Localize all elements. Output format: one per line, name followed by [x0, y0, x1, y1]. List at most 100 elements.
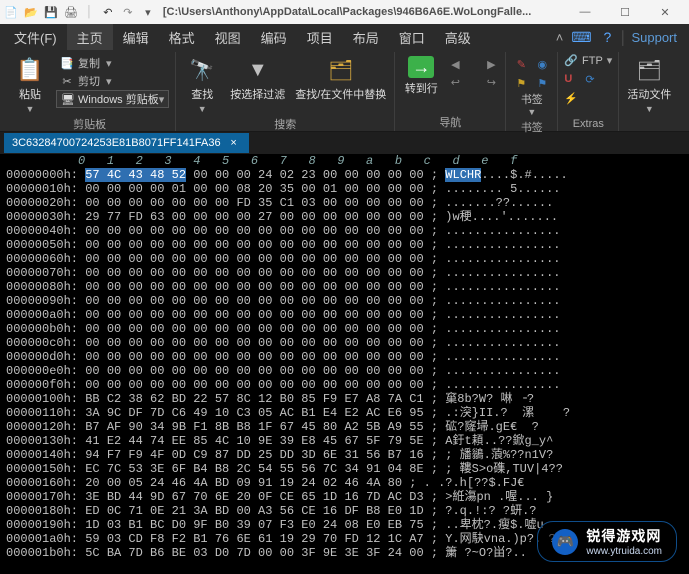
new-file-icon[interactable]: 📄 — [4, 5, 18, 19]
open-file-icon[interactable]: 📂 — [24, 5, 38, 19]
menu-support[interactable]: Support — [631, 30, 677, 45]
chevron-down-icon[interactable]: ▼ — [527, 107, 536, 117]
hex-row[interactable]: 00000020h: 00 00 00 00 00 00 00 FD 35 C1… — [0, 196, 689, 210]
paste-button[interactable]: 📋 粘贴 ▼ — [10, 54, 50, 114]
find-replace-in-files-button[interactable]: 🗂 查找/在文件中替换 — [293, 54, 388, 102]
menu-home[interactable]: 主页 — [67, 24, 113, 50]
group-title-search: 搜索 — [182, 114, 388, 133]
scissors-icon: ✂ — [60, 74, 74, 88]
hex-row[interactable]: 00000030h: 29 77 FD 63 00 00 00 00 27 00… — [0, 210, 689, 224]
hex-row[interactable]: 000000d0h: 00 00 00 00 00 00 00 00 00 00… — [0, 350, 689, 364]
hex-row[interactable]: 00000160h: 20 00 05 24 46 4A BD 09 91 19… — [0, 476, 689, 490]
hex-row[interactable]: 00000150h: EC 7C 53 3E 6F B4 B8 2C 54 55… — [0, 462, 689, 476]
active-files-button[interactable]: 🗂 活动文件 ▼ — [625, 54, 673, 114]
hex-row[interactable]: 00000130h: 41 E2 44 74 EE 85 4C 10 9E 39… — [0, 434, 689, 448]
menu-project[interactable]: 项目 — [297, 24, 343, 50]
refresh-icon[interactable]: ⟳ — [585, 73, 603, 89]
group-title-bookmarks: 书签 — [512, 117, 551, 136]
undo-icon[interactable]: ↶ — [101, 5, 115, 19]
bookmark-blue-icon[interactable]: ⚑ — [533, 75, 551, 91]
chevron-down-icon: ▾ — [607, 54, 613, 67]
hex-row[interactable]: 00000090h: 00 00 00 00 00 00 00 00 00 00… — [0, 294, 689, 308]
menu-format[interactable]: 格式 — [159, 24, 205, 50]
nav-fwd-icon[interactable]: ↪ — [483, 74, 499, 90]
bookmark-red-icon[interactable]: ✎ — [512, 56, 530, 72]
chevron-down-icon: ▾ — [159, 93, 165, 106]
ribbon-group-files: 🗂 活动文件 ▼ — [619, 52, 679, 131]
hex-row[interactable]: 00000120h: B7 AF 90 34 9B F1 8B B8 1F 67… — [0, 420, 689, 434]
hex-row[interactable]: 00000070h: 00 00 00 00 00 00 00 00 00 00… — [0, 266, 689, 280]
redo-icon[interactable]: ↷ — [121, 5, 135, 19]
window-minimize[interactable]: — — [565, 0, 605, 24]
ue-icon[interactable]: U — [564, 73, 582, 89]
hex-row[interactable]: 000000b0h: 00 00 00 00 00 00 00 00 00 00… — [0, 322, 689, 336]
clipboard-icon: 📋 — [16, 56, 44, 84]
hex-row[interactable]: 00000000h: 57 4C 43 48 52 00 00 00 24 02… — [0, 168, 689, 182]
nav-next-icon[interactable]: ▶ — [483, 56, 499, 72]
ribbon-group-clipboard: 📋 粘贴 ▼ 📑 复制▾ ✂ 剪切▾ 🖥 Windows 剪贴板 ▾ 剪贴 — [4, 52, 176, 131]
gamepad-icon: 🎮 — [552, 529, 578, 555]
hex-row[interactable]: 000000e0h: 00 00 00 00 00 00 00 00 00 00… — [0, 364, 689, 378]
hex-row[interactable]: 00000110h: 3A 9C DF 7D C6 49 10 C3 05 AC… — [0, 406, 689, 420]
dropdown-arrow-icon[interactable]: ▾ — [141, 5, 155, 19]
nav-prev-icon[interactable]: ◀ — [447, 56, 463, 72]
hex-col-header: 0 1 2 3 4 5 6 7 8 9 a b c d e f — [0, 154, 689, 168]
bookmark-gold-icon[interactable]: ⚑ — [512, 75, 530, 91]
menu-file[interactable]: 文件(F) — [4, 24, 67, 50]
find-button[interactable]: 🔭 查找 ▼ — [182, 54, 222, 114]
hex-editor[interactable]: 0 1 2 3 4 5 6 7 8 9 a b c d e f 00000000… — [0, 154, 689, 574]
hex-row[interactable]: 00000140h: 94 F7 F9 4F 0D C9 87 DD 25 DD… — [0, 448, 689, 462]
filter-by-selection-button[interactable]: ▼ 按选择过滤 — [228, 54, 287, 102]
goto-line-button[interactable]: → 转到行 — [401, 54, 441, 96]
save-icon[interactable]: 💾 — [44, 5, 58, 19]
menu-edit[interactable]: 编辑 — [113, 24, 159, 50]
divider: │ — [86, 6, 93, 18]
title-bar: 📄 📂 💾 🖨 │ ↶ ↷ ▾ [C:\Users\Anthony\AppDat… — [0, 0, 689, 24]
copy-icon: 📑 — [60, 56, 74, 70]
bookmark-blue-circle-icon[interactable]: ◉ — [533, 56, 551, 72]
hex-row[interactable]: 00000170h: 3E BD 44 9D 67 70 6E 20 0F CE… — [0, 490, 689, 504]
window-close[interactable]: ✕ — [645, 0, 685, 24]
ftp-button[interactable]: FTP — [582, 55, 603, 67]
group-title-clipboard: 剪贴板 — [10, 114, 169, 133]
hex-row[interactable]: 00000100h: BB C2 38 62 BD 22 57 8C 12 B0… — [0, 392, 689, 406]
nav-back-icon[interactable]: ↩ — [447, 74, 463, 90]
clipboard-history-select[interactable]: 🖥 Windows 剪贴板 ▾ — [56, 90, 169, 108]
menu-window[interactable]: 窗口 — [389, 24, 435, 50]
hex-row[interactable]: 00000060h: 00 00 00 00 00 00 00 00 00 00… — [0, 252, 689, 266]
keyboard-icon[interactable]: ⌨ — [571, 29, 591, 46]
menu-sep: │ — [619, 30, 627, 45]
hex-row[interactable]: 000000a0h: 00 00 00 00 00 00 00 00 00 00… — [0, 308, 689, 322]
funnel-icon: ▼ — [244, 56, 272, 84]
thunder-icon[interactable]: ⚡ — [564, 92, 582, 108]
window-maximize[interactable]: ☐ — [605, 0, 645, 24]
menu-advanced[interactable]: 高级 — [435, 24, 481, 50]
chevron-down-icon: ▼ — [645, 104, 654, 114]
close-tab-icon[interactable]: × — [227, 136, 241, 150]
hex-row[interactable]: 000000c0h: 00 00 00 00 00 00 00 00 00 00… — [0, 336, 689, 350]
document-tab[interactable]: 3C63284700724253E81B8071FF141FA36 × — [4, 133, 249, 153]
ribbon-group-navigation: → 转到行 ◀▶ ↩↪ 导航 — [395, 52, 506, 131]
hex-row[interactable]: 00000010h: 00 00 00 00 01 00 00 08 20 35… — [0, 182, 689, 196]
help-icon[interactable]: ? — [604, 29, 612, 45]
menu-coding[interactable]: 编码 — [251, 24, 297, 50]
menu-bar: 文件(F) 主页 编辑 格式 视图 编码 项目 布局 窗口 高级 ˄ ⌨ ? │… — [0, 24, 689, 50]
hex-row[interactable]: 000000f0h: 00 00 00 00 00 00 00 00 00 00… — [0, 378, 689, 392]
hex-row[interactable]: 00000180h: ED 0C 71 0E 21 3A BD 00 A3 56… — [0, 504, 689, 518]
print-icon[interactable]: 🖨 — [64, 5, 78, 19]
hex-row[interactable]: 00000050h: 00 00 00 00 00 00 00 00 00 00… — [0, 238, 689, 252]
group-title-files — [625, 128, 673, 131]
file-path: [C:\Users\Anthony\AppData\Local\Packages… — [163, 6, 531, 18]
goto-line-icon: → — [408, 56, 434, 78]
collapse-ribbon-icon[interactable]: ˄ — [556, 30, 564, 45]
desktop-icon: 🖥 — [61, 94, 75, 106]
hex-row[interactable]: 00000040h: 00 00 00 00 00 00 00 00 00 00… — [0, 224, 689, 238]
menu-layout[interactable]: 布局 — [343, 24, 389, 50]
copy-button[interactable]: 📑 复制▾ — [56, 54, 169, 72]
watermark-name: 锐得游戏网 — [586, 528, 661, 544]
hex-row[interactable]: 00000080h: 00 00 00 00 00 00 00 00 00 00… — [0, 280, 689, 294]
ribbon-group-extras: 🔗 FTP ▾ U ⟳ ⚡ Extras — [558, 52, 619, 131]
cut-button[interactable]: ✂ 剪切▾ — [56, 72, 169, 90]
menu-view[interactable]: 视图 — [205, 24, 251, 50]
group-title-extras: Extras — [564, 116, 612, 131]
